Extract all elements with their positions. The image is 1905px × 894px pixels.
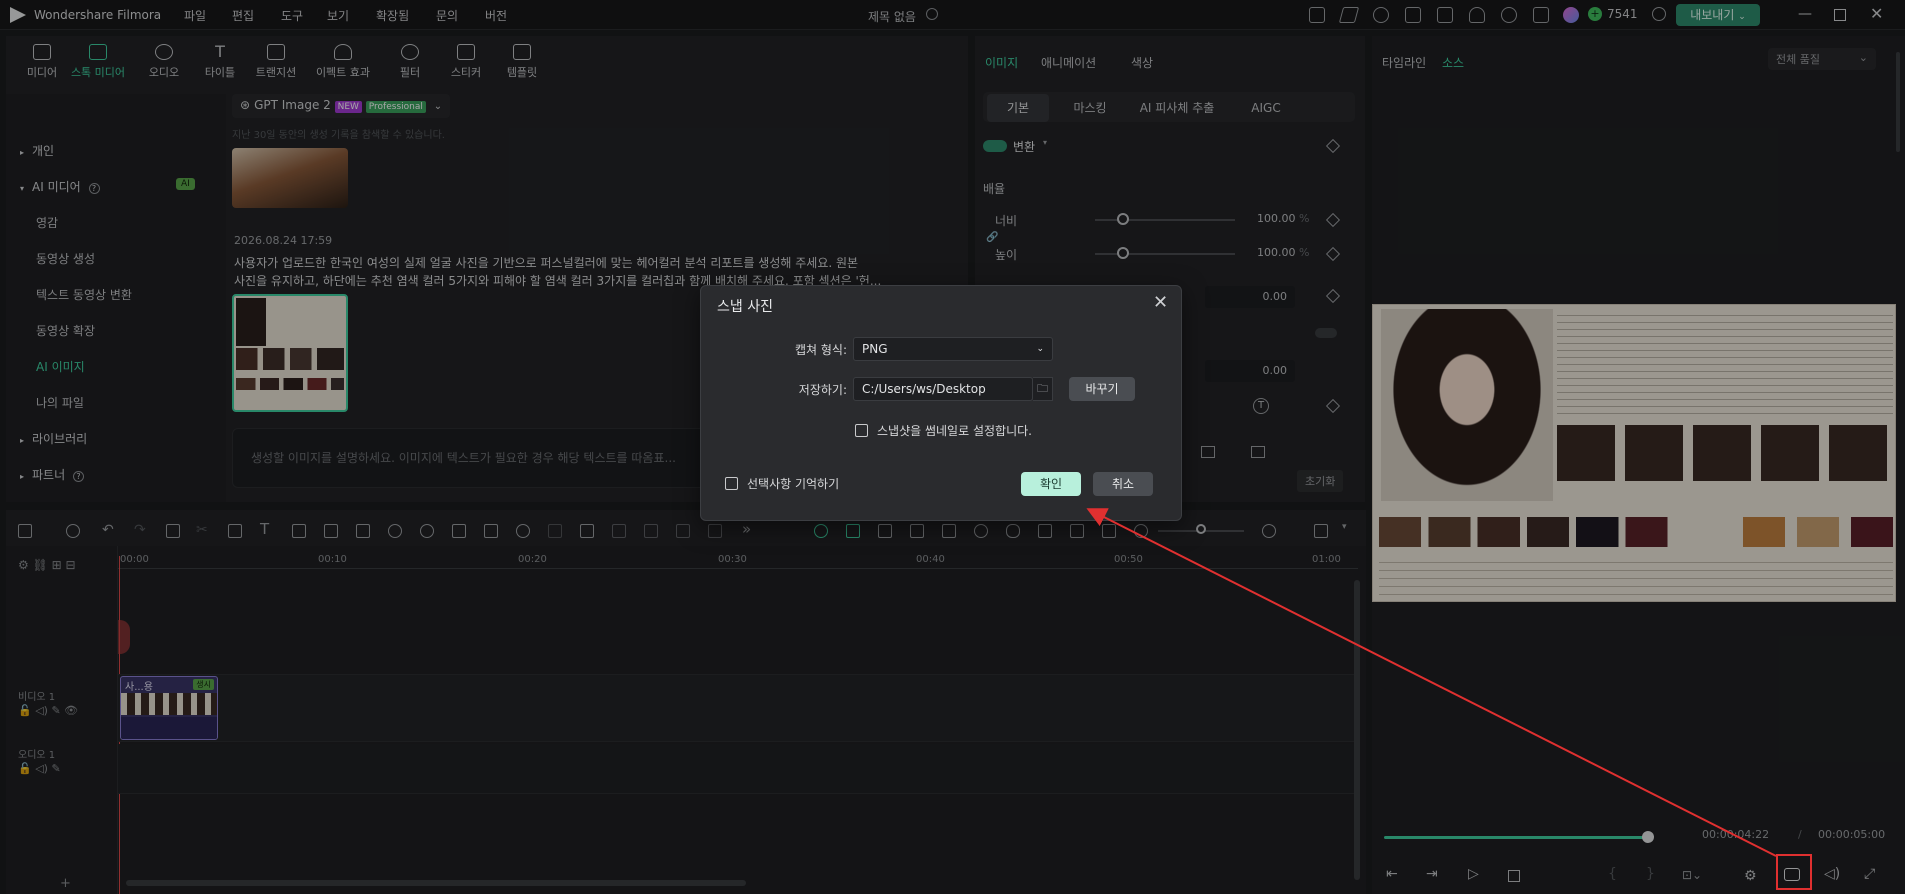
annotation-highlight-box (1776, 854, 1812, 890)
annotation-arrow (1086, 508, 1777, 857)
